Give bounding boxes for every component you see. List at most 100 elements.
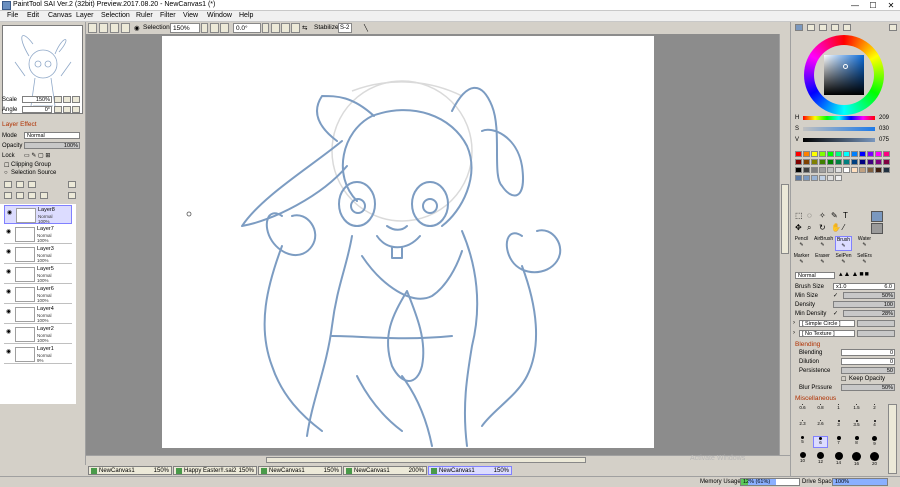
invert-selection-icon[interactable] [121, 23, 130, 33]
color-swatch[interactable] [819, 151, 826, 157]
vertical-scroll-thumb[interactable] [781, 184, 789, 254]
stabilizer-field[interactable]: S-2 [338, 23, 352, 33]
scale-field[interactable]: 150% [22, 96, 52, 103]
keep-opacity-checkbox[interactable]: ☐ [841, 376, 846, 383]
selection-visibility-icon[interactable]: ◉ [134, 24, 140, 32]
picker-tool-icon[interactable]: ⁄ [843, 223, 844, 232]
min-density-slider[interactable]: 28% [843, 310, 895, 317]
rotate-reset-nav-icon[interactable] [72, 106, 80, 113]
canvas-paper[interactable] [162, 36, 654, 448]
rotate-right-nav-icon[interactable] [63, 106, 71, 113]
hand-tool-icon[interactable]: ✋ [831, 223, 841, 232]
zoom-reset-nav-icon[interactable] [72, 96, 80, 103]
color-swatch[interactable] [835, 151, 842, 157]
brush-size-preset[interactable]: 20 [867, 452, 882, 466]
document-tab[interactable]: NewCanvas1 150% [258, 466, 342, 475]
brush-size-preset[interactable]: 0.6 [795, 404, 810, 416]
new-pen-layer-icon[interactable] [16, 181, 24, 188]
rotate-left-nav-icon[interactable] [54, 106, 62, 113]
sv-square[interactable] [824, 55, 864, 95]
eyedropper-icon[interactable]: ✎ [831, 211, 838, 220]
zoom-out-nav-icon[interactable] [54, 96, 62, 103]
brush-tool-water[interactable]: Water ✎ [856, 236, 873, 251]
zoom-in-icon[interactable] [220, 23, 229, 33]
blending-slider[interactable]: 0 [841, 349, 895, 356]
select-tool-icon[interactable]: ⬚ [795, 211, 803, 220]
dilution-slider[interactable]: 0 [841, 358, 895, 365]
color-swatch[interactable] [827, 159, 834, 165]
document-tab[interactable]: NewCanvas1 150% [428, 466, 512, 475]
color-swatch[interactable] [851, 159, 858, 165]
color-swatch[interactable] [883, 167, 890, 173]
brush-size-preset[interactable]: 8 [849, 436, 864, 448]
color-wheel-mode-icon[interactable] [795, 24, 803, 31]
move-tool-icon[interactable]: ✥ [795, 223, 802, 232]
layer-row[interactable]: ◉ Layer1 Normal 9% [4, 345, 72, 364]
rgb-slider-mode-icon[interactable] [807, 24, 815, 31]
background-color-swatch[interactable] [871, 223, 883, 234]
color-swatch[interactable] [875, 151, 882, 157]
color-swatch[interactable] [795, 151, 802, 157]
color-swatch[interactable] [795, 167, 802, 173]
brush-size-preset[interactable]: 16 [849, 452, 864, 466]
new-layer-icon[interactable] [4, 181, 12, 188]
texture-expander-icon[interactable]: › [793, 330, 795, 336]
eye-icon[interactable]: ◉ [6, 288, 13, 295]
layer-menu-icon[interactable] [68, 181, 76, 188]
delete-layer-icon[interactable] [40, 192, 48, 199]
angle-field[interactable]: 0.0° [233, 23, 261, 33]
brush-tool-airbrush[interactable]: AirBrush ✎ [814, 236, 833, 251]
color-swatch[interactable] [843, 151, 850, 157]
close-button[interactable]: ✕ [882, 0, 900, 11]
layer-row[interactable]: ◉ Layer7 Normal 100% [4, 225, 72, 244]
menu-canvas[interactable]: Canvas [48, 12, 72, 19]
color-swatch[interactable] [859, 167, 866, 173]
angle-nav-field[interactable]: 0° [22, 106, 52, 113]
document-tab[interactable]: Happy Easter!!.sai2 150% [173, 466, 257, 475]
color-swatch[interactable] [827, 175, 834, 181]
brush-edge-icons[interactable]: ▴▲▲■■ [839, 270, 870, 278]
density-slider[interactable]: 100 [833, 301, 895, 308]
scratchpad-mode-icon[interactable] [843, 24, 851, 31]
color-swatch[interactable] [835, 159, 842, 165]
menu-view[interactable]: View [183, 12, 198, 19]
zoom-field[interactable]: 150% [170, 23, 200, 33]
layer-mode-select[interactable]: Normal [24, 132, 80, 139]
color-swatch[interactable] [819, 167, 826, 173]
brush-shape-strength[interactable] [857, 320, 895, 327]
brush-size-preset[interactable]: 10 [795, 452, 810, 464]
color-swatch[interactable] [811, 151, 818, 157]
swatches-mode-icon[interactable] [831, 24, 839, 31]
layer-properties-icon[interactable] [68, 192, 76, 199]
color-swatch[interactable] [843, 167, 850, 173]
brush-size-preset[interactable]: 3.5 [849, 420, 864, 432]
maximize-button[interactable]: ☐ [864, 0, 882, 11]
selection-source-checkbox[interactable]: ○ [4, 170, 8, 176]
zoom-in-nav-icon[interactable] [63, 96, 71, 103]
flip-icon[interactable]: ⇆ [302, 24, 307, 32]
misc-section-title[interactable]: Miscellaneous [795, 395, 836, 402]
menu-filter[interactable]: Filter [160, 12, 176, 19]
line-tool-icon[interactable]: ╲ [364, 24, 368, 32]
color-swatch[interactable] [867, 159, 874, 165]
saturation-slider[interactable] [803, 127, 875, 131]
color-swatch[interactable] [851, 167, 858, 173]
menu-edit[interactable]: Edit [27, 12, 39, 19]
document-tab[interactable]: NewCanvas1 200% [343, 466, 427, 475]
selection-label[interactable]: Selection [143, 24, 170, 31]
brush-size-preset[interactable]: 5 [795, 436, 810, 448]
layer-row[interactable]: ◉ Layer4 Normal 100% [4, 305, 72, 324]
color-swatch[interactable] [859, 159, 866, 165]
eye-icon[interactable]: ◉ [6, 308, 13, 315]
color-swatch[interactable] [883, 159, 890, 165]
brush-size-preset[interactable]: 14 [831, 452, 846, 465]
eye-icon[interactable]: ◉ [7, 209, 14, 216]
color-swatch[interactable] [803, 175, 810, 181]
color-swatch[interactable] [819, 159, 826, 165]
brush-size-preset[interactable]: 3 [831, 420, 846, 432]
deselect-icon[interactable] [110, 23, 119, 33]
brush-size-preset[interactable]: 2.3 [795, 420, 810, 432]
color-swatch[interactable] [883, 151, 890, 157]
color-swatch[interactable] [803, 167, 810, 173]
redo-icon[interactable] [99, 23, 108, 33]
